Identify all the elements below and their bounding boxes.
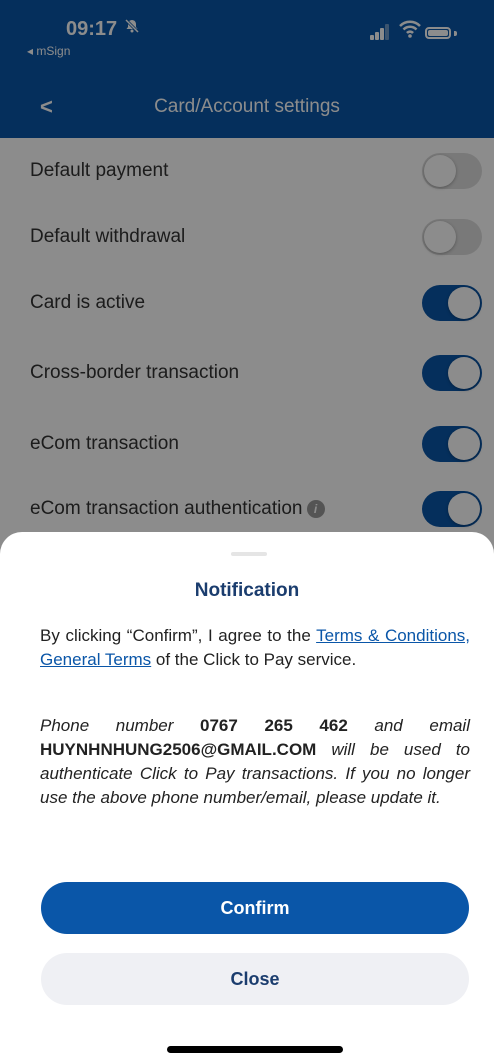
phone-number: 0767 265 462 <box>200 716 348 735</box>
contact-paragraph: Phone number 0767 265 462 and email HUYN… <box>40 716 470 807</box>
sheet-title: Notification <box>194 580 300 601</box>
sheet-grabber[interactable] <box>231 552 267 556</box>
notification-sheet: Notification By clicking “Confirm”, I ag… <box>0 532 494 1053</box>
confirm-button[interactable]: Confirm <box>41 882 469 934</box>
home-indicator[interactable] <box>167 1046 343 1053</box>
terms-paragraph: By clicking “Confirm”, I agree to the Te… <box>40 626 470 669</box>
close-button[interactable]: Close <box>41 953 469 1005</box>
email-address: HUYNHNHUNG2506@GMAIL.COM <box>40 740 317 759</box>
